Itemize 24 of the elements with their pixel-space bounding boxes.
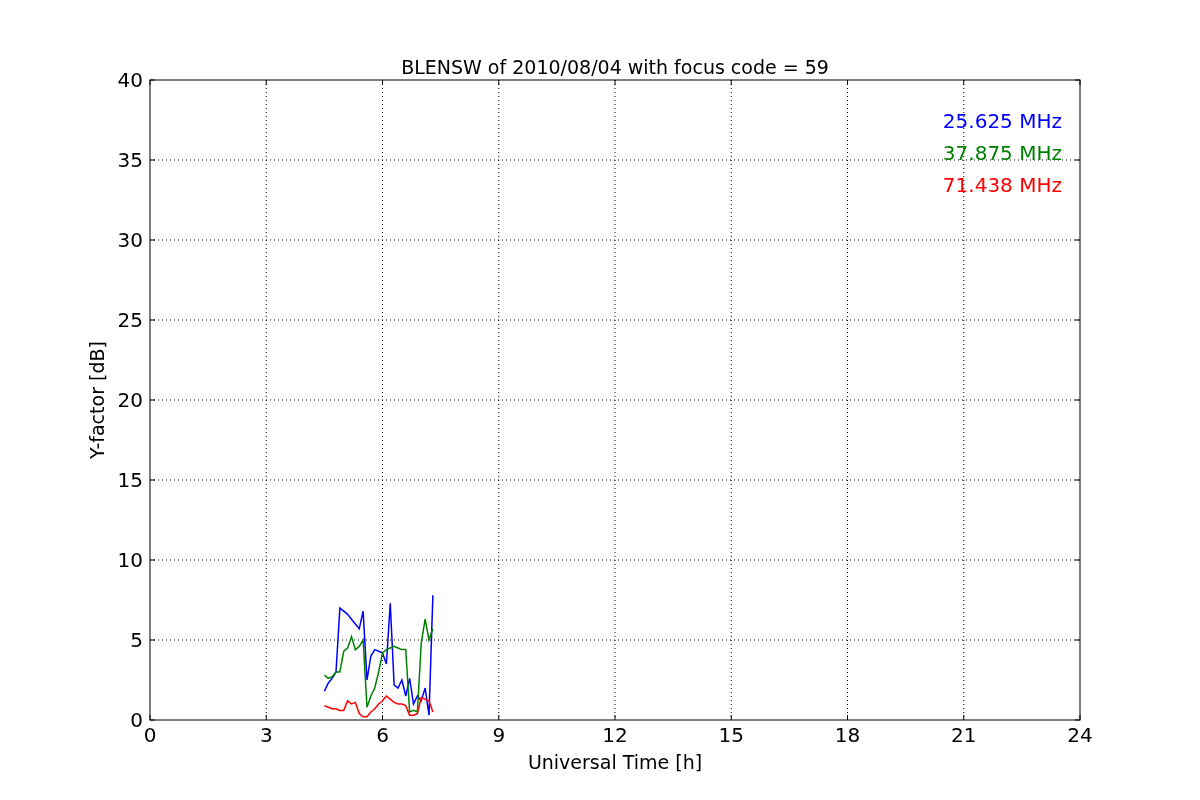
y-tick-label: 35	[117, 148, 143, 172]
y-tick-label: 30	[117, 228, 143, 252]
y-tick-label: 25	[117, 308, 143, 332]
x-axis-label: Universal Time [h]	[527, 751, 703, 773]
x-tick-label: 9	[492, 723, 506, 747]
x-tick-label: 15	[718, 723, 744, 747]
x-tick-label: 3	[259, 723, 273, 747]
x-tick-label: 6	[376, 723, 389, 747]
legend-label: 25.625 MHz	[942, 109, 1062, 133]
y-tick-label: 10	[117, 548, 143, 572]
y-tick-label: 40	[117, 68, 143, 92]
y-axis-label: Y-factor [dB]	[86, 341, 108, 459]
x-tick-label: 21	[951, 723, 977, 747]
x-tick-label: 24	[1067, 723, 1093, 747]
y-tick-label: 15	[117, 468, 143, 492]
x-tick-label: 12	[602, 723, 628, 747]
legend-label: 37.875 MHz	[942, 141, 1062, 165]
y-tick-label: 5	[130, 628, 143, 652]
x-tick-label: 0	[143, 723, 157, 747]
y-tick-label: 20	[117, 388, 143, 412]
x-tick-label: 18	[834, 723, 861, 747]
y-tick-label: 0	[130, 708, 143, 732]
chart-title: BLENSW of 2010/08/04 with focus code = 59	[401, 56, 829, 78]
legend-label: 71.438 MHz	[942, 173, 1062, 197]
